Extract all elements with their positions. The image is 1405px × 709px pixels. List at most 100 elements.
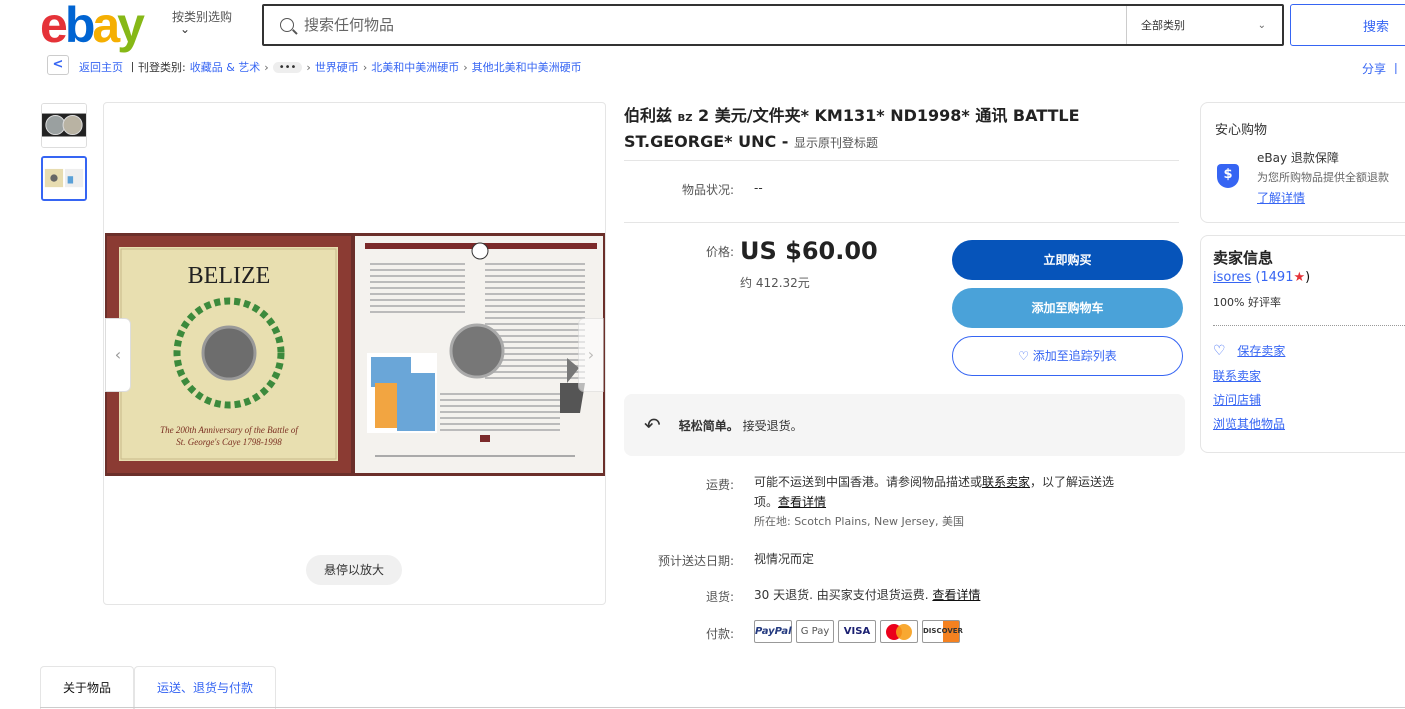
- paypal-icon: PayPal: [754, 620, 792, 643]
- breadcrumb-item[interactable]: 其他北美和中美洲硬币: [472, 59, 582, 75]
- search-bar: 全部类别 ⌄: [262, 4, 1284, 46]
- payment-methods: PayPal G Pay VISA DISCOVER: [754, 620, 963, 643]
- tab-underline: [40, 707, 1405, 708]
- contact-seller-link[interactable]: 联系卖家: [982, 475, 1030, 489]
- main-image-viewer[interactable]: BELIZE The 200th Anniversary of the Batt…: [103, 102, 606, 605]
- visit-store-link[interactable]: 访问店铺: [1213, 391, 1261, 408]
- returns-info: 30 天退货. 由买家支付退货运费. 查看详情: [754, 585, 980, 605]
- back-arrow-icon[interactable]: <: [47, 55, 69, 75]
- breadcrumb-separator: ›: [362, 60, 368, 74]
- returns-value: 30 天退货. 由买家支付退货运费.: [754, 588, 929, 602]
- chevron-down-icon: ⌄: [1257, 19, 1266, 31]
- safe-buying-title: 安心购物: [1215, 123, 1268, 138]
- money-back-guarantee: eBay 退款保障: [1257, 151, 1339, 165]
- buy-now-button[interactable]: 立即购买: [952, 240, 1183, 280]
- divider: [1213, 325, 1405, 326]
- breadcrumb-item[interactable]: 收藏品 & 艺术: [190, 59, 261, 75]
- seller-info-title: 卖家信息: [1213, 249, 1274, 267]
- shop-by-category[interactable]: 按类别选购 ⌄: [172, 9, 232, 36]
- return-arrow-icon: ↶: [644, 413, 661, 437]
- seller-name-row: isores (1491★): [1213, 270, 1310, 285]
- save-seller-link[interactable]: 保存卖家: [1237, 344, 1285, 358]
- shipping-text: 可能不运送到中国香港。请参阅物品描述或: [754, 475, 983, 489]
- breadcrumb-separator: ›: [264, 60, 269, 74]
- previous-image-button[interactable]: ‹: [105, 318, 131, 392]
- add-to-watchlist-button[interactable]: ♡ 添加至追踪列表: [952, 336, 1183, 376]
- search-icon: [280, 18, 294, 32]
- seller-info-panel: 卖家信息 isores (1491★) 100% 好评率 ♡ 保存卖家 联系卖家…: [1200, 235, 1405, 453]
- next-image-button[interactable]: ›: [578, 318, 604, 392]
- shipping-label: 运费:: [705, 478, 734, 492]
- tab-bar: 关于物品 运送、退货与付款: [40, 666, 277, 709]
- category-select[interactable]: 全部类别 ⌄: [1126, 6, 1282, 44]
- thumbnail-coins[interactable]: [41, 103, 87, 148]
- learn-more-link[interactable]: 了解详情: [1257, 189, 1305, 206]
- caption-line1: The 200th Anniversary of the Battle of: [160, 425, 299, 435]
- condition-label: 物品状况:: [681, 183, 734, 197]
- seller-feedback-count[interactable]: (1491: [1255, 270, 1293, 285]
- breadcrumb-separator: ›: [306, 60, 311, 74]
- add-to-cart-button[interactable]: 添加至购物车: [952, 288, 1183, 328]
- belize-text: BELIZE: [188, 263, 271, 289]
- save-seller-row[interactable]: ♡ 保存卖家: [1213, 342, 1285, 359]
- breadcrumb-item[interactable]: 世界硬币: [315, 59, 359, 75]
- listing-title: 伯利兹 BZ 2 美元/文件夹* KM131* ND1998* 通讯 BATTL…: [624, 104, 1144, 155]
- shipping-text: ，以了解运送选: [1030, 475, 1115, 489]
- contact-seller-link[interactable]: 联系卖家: [1213, 367, 1261, 384]
- shipping-text: 项。: [754, 495, 779, 509]
- returns-details-link[interactable]: 查看详情: [932, 588, 980, 602]
- delivery-value: 视情况而定: [754, 552, 815, 566]
- price-approx: 约 412.32元: [740, 276, 810, 290]
- tab-about-item[interactable]: 关于物品: [40, 666, 135, 709]
- guarantee-description: 为您所购物品提供全额退款: [1257, 171, 1389, 184]
- returns-banner-bold: 轻松简单。: [678, 418, 739, 433]
- star-icon: ★: [1293, 270, 1306, 285]
- payments-label: 付款:: [705, 627, 734, 641]
- logo-e: e: [40, 0, 68, 53]
- returns-banner: ↶ 轻松简单。 接受退货。: [624, 394, 1185, 456]
- breadcrumb-home[interactable]: 返回主页: [79, 59, 123, 75]
- breadcrumb-more[interactable]: •••: [272, 61, 303, 73]
- divider: [624, 222, 1179, 223]
- delivery-label: 预计送达日期:: [657, 554, 734, 568]
- search-button[interactable]: 搜索: [1290, 4, 1405, 46]
- logo-y: y: [117, 0, 145, 53]
- logo-b: b: [64, 0, 95, 53]
- google-pay-icon: G Pay: [796, 620, 834, 643]
- search-input[interactable]: [304, 16, 1126, 34]
- shipping-info: 可能不运送到中国香港。请参阅物品描述或联系卖家，以了解运送选 项。查看详情 所在…: [754, 472, 1184, 532]
- returns-label: 退货:: [705, 590, 734, 604]
- tab-shipping-returns[interactable]: 运送、退货与付款: [134, 666, 277, 709]
- thumbnail-folder[interactable]: [41, 156, 87, 201]
- share-link[interactable]: 分享 丨: [1362, 60, 1402, 77]
- shipping-details-link[interactable]: 查看详情: [778, 495, 826, 509]
- title-small: BZ: [677, 113, 693, 124]
- mastercard-icon: [880, 620, 918, 643]
- divider: [624, 160, 1179, 161]
- logo-a: a: [92, 0, 120, 53]
- seller-positive-feedback: 100% 好评率: [1213, 296, 1281, 309]
- item-location: 所在地: Scotch Plains, New Jersey, 美国: [754, 515, 964, 528]
- safe-buying-panel: 安心购物 $ eBay 退款保障 为您所购物品提供全额退款 了解详情: [1200, 102, 1405, 223]
- caption-line2: St. George's Caye 1798-1998: [176, 437, 282, 447]
- breadcrumb-separator: ›: [463, 60, 468, 74]
- title-part1: 伯利兹: [624, 106, 673, 125]
- price: US $60.00: [740, 237, 878, 265]
- condition-value: --: [754, 181, 763, 195]
- breadcrumb: 返回主页 丨刊登类别: 收藏品 & 艺术 › ••• › 世界硬币 › 北美和中…: [79, 59, 582, 75]
- breadcrumb-item[interactable]: 北美和中美洲硬币: [371, 59, 459, 75]
- zoom-hint: 悬停以放大: [306, 555, 402, 585]
- chevron-down-icon: ⌄: [180, 22, 191, 36]
- discover-icon: DISCOVER: [922, 620, 963, 643]
- returns-banner-text: 轻松简单。 接受退货。: [679, 417, 803, 434]
- seller-name-link[interactable]: isores: [1213, 270, 1251, 285]
- ebay-logo[interactable]: ebay: [40, 0, 145, 50]
- breadcrumb-listed-in: 丨刊登类别:: [127, 61, 186, 74]
- shield-icon: $: [1217, 164, 1239, 188]
- folder-thumbnail-image: [43, 158, 85, 199]
- heart-icon: ♡: [1213, 343, 1226, 359]
- show-original-title[interactable]: 显示原刊登标题: [794, 136, 878, 150]
- returns-banner-normal: 接受退货。: [742, 418, 803, 433]
- other-items-link[interactable]: 浏览其他物品: [1213, 415, 1285, 432]
- category-select-value: 全部类别: [1141, 19, 1185, 32]
